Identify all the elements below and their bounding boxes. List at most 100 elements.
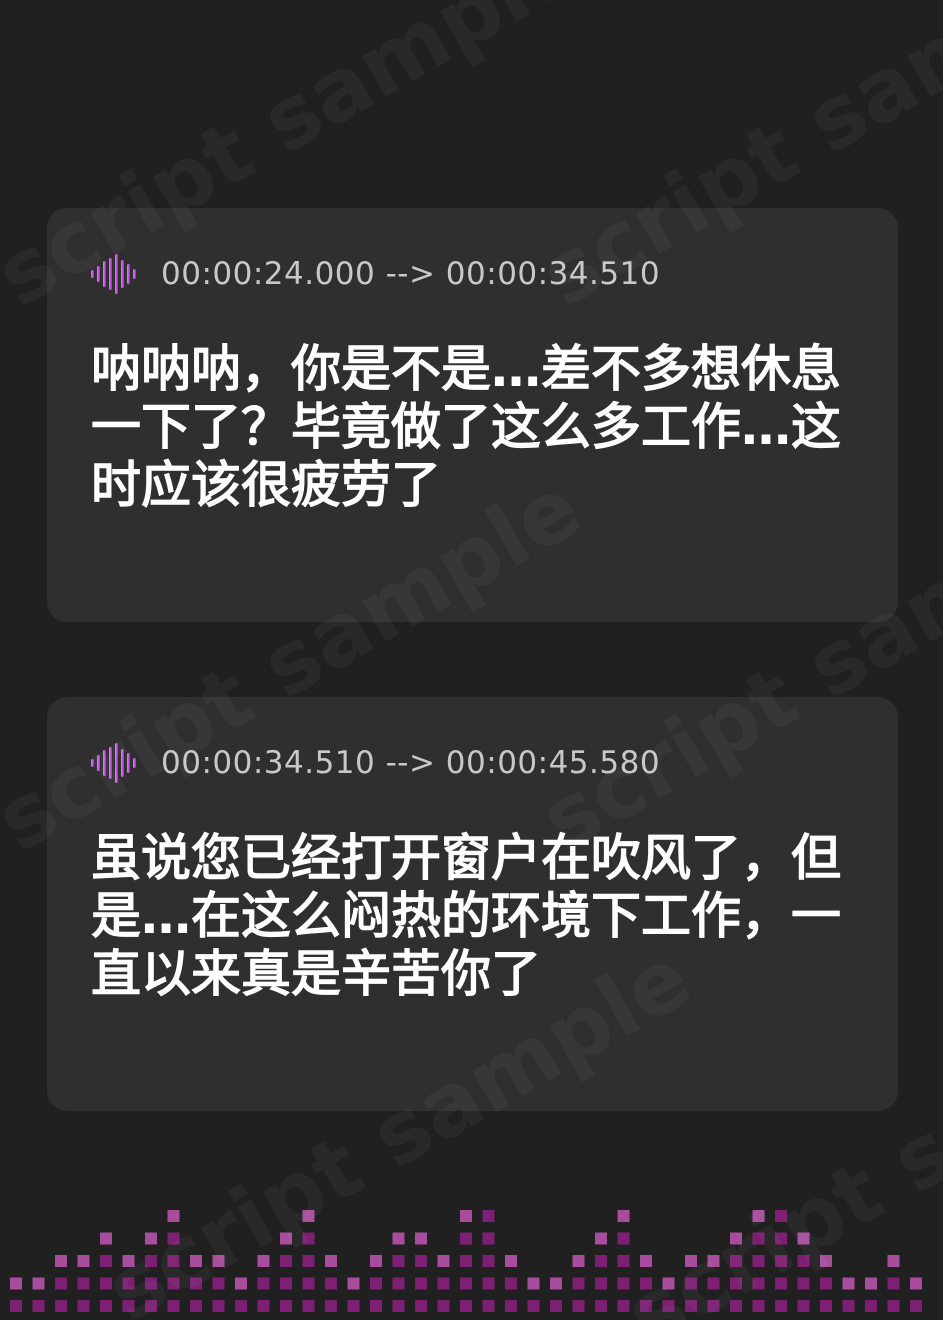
equalizer-block — [167, 1255, 180, 1267]
equalizer-block — [122, 1277, 135, 1290]
equalizer-block — [212, 1255, 225, 1267]
equalizer-block — [145, 1277, 157, 1290]
equalizer-block — [370, 1277, 382, 1290]
equalizer-block — [347, 1277, 360, 1290]
equalizer-block — [257, 1300, 270, 1312]
equalizer-block — [392, 1255, 405, 1267]
equalizer-block — [730, 1277, 742, 1290]
cue-text: 虽说您已经打开窗户在吹风了，但是…在这么闷热的环境下工作，一直以来真是辛苦你了 — [91, 829, 841, 1003]
equalizer-block — [167, 1300, 180, 1312]
equalizer-block — [752, 1277, 765, 1290]
equalizer-block — [752, 1210, 765, 1222]
equalizer-block — [122, 1255, 135, 1267]
equalizer-block — [100, 1300, 112, 1312]
equalizer-block — [415, 1232, 427, 1245]
equalizer-block — [145, 1300, 157, 1312]
equalizer-block — [752, 1232, 765, 1245]
equalizer-block — [302, 1300, 315, 1312]
equalizer-block — [482, 1210, 495, 1222]
equalizer-block — [662, 1277, 675, 1290]
subtitle-cue-card: 00:00:24.000 --> 00:00:34.510 呐呐呐，你是不是…差… — [47, 208, 898, 622]
equalizer-block — [617, 1255, 630, 1267]
audio-waveform-icon — [91, 254, 136, 294]
equalizer-block — [775, 1300, 787, 1312]
equalizer-block — [77, 1300, 90, 1312]
equalizer-block — [460, 1210, 472, 1222]
equalizer-block — [280, 1300, 292, 1312]
equalizer-block — [32, 1300, 45, 1312]
equalizer-block — [685, 1277, 697, 1290]
equalizer-block — [55, 1277, 67, 1290]
equalizer-block — [145, 1232, 157, 1245]
equalizer-block — [190, 1255, 202, 1267]
equalizer-block — [32, 1277, 45, 1290]
equalizer-block — [910, 1300, 922, 1312]
equalizer-block — [775, 1210, 787, 1222]
equalizer-block — [527, 1300, 540, 1312]
equalizer-block — [77, 1277, 90, 1290]
equalizer-block — [10, 1277, 22, 1290]
equalizer-block — [437, 1255, 450, 1267]
equalizer-block — [190, 1277, 202, 1290]
equalizer-block — [887, 1255, 900, 1267]
equalizer-block — [640, 1277, 652, 1290]
equalizer-block — [842, 1277, 855, 1290]
equalizer-block — [482, 1255, 495, 1267]
equalizer-block — [505, 1277, 517, 1290]
equalizer-block — [482, 1277, 495, 1290]
equalizer-block — [887, 1277, 900, 1290]
equalizer-block — [212, 1277, 225, 1290]
equalizer-block — [527, 1277, 540, 1290]
equalizer-block — [797, 1300, 810, 1312]
equalizer-block — [572, 1255, 585, 1267]
equalizer-block — [392, 1277, 405, 1290]
equalizer-block — [77, 1255, 90, 1267]
equalizer-block — [820, 1300, 832, 1312]
equalizer-block — [10, 1300, 22, 1312]
equalizer-block — [595, 1232, 607, 1245]
equalizer-block — [482, 1300, 495, 1312]
equalizer-block — [775, 1277, 787, 1290]
equalizer-block — [460, 1232, 472, 1245]
equalizer-block — [280, 1255, 292, 1267]
equalizer-block — [235, 1300, 247, 1312]
equalizer-block — [797, 1255, 810, 1267]
equalizer-block — [865, 1277, 877, 1290]
equalizer-block — [505, 1255, 517, 1267]
equalizer-block — [662, 1300, 675, 1312]
equalizer-block — [730, 1300, 742, 1312]
equalizer-block — [55, 1255, 67, 1267]
equalizer-block — [415, 1255, 427, 1267]
equalizer-block — [482, 1232, 495, 1245]
equalizer-block — [595, 1255, 607, 1267]
equalizer-block — [617, 1300, 630, 1312]
equalizer-block — [302, 1255, 315, 1267]
equalizer-block — [325, 1277, 337, 1290]
equalizer-block — [752, 1255, 765, 1267]
equalizer-block — [595, 1300, 607, 1312]
equalizer-block — [415, 1277, 427, 1290]
equalizer-block — [55, 1300, 67, 1312]
equalizer-block — [437, 1277, 450, 1290]
equalizer-block — [617, 1210, 630, 1222]
equalizer-block — [302, 1232, 315, 1245]
equalizer-block — [685, 1300, 697, 1312]
subtitle-sample-page: script sample script sample script sampl… — [0, 0, 943, 1320]
equalizer-block — [415, 1300, 427, 1312]
equalizer-block — [370, 1300, 382, 1312]
equalizer-block — [347, 1300, 360, 1312]
equalizer-block — [572, 1277, 585, 1290]
equalizer-block — [100, 1232, 112, 1245]
equalizer-block — [617, 1232, 630, 1245]
equalizer-block — [460, 1277, 472, 1290]
subtitle-cue-card: 00:00:34.510 --> 00:00:45.580 虽说您已经打开窗户在… — [47, 697, 898, 1111]
equalizer-block — [685, 1255, 697, 1267]
equalizer-block — [820, 1277, 832, 1290]
equalizer-block — [460, 1255, 472, 1267]
cue-timeline: 00:00:34.510 --> 00:00:45.580 — [89, 743, 660, 783]
audio-waveform-icon — [91, 743, 136, 783]
equalizer-block — [887, 1300, 900, 1312]
equalizer-block — [302, 1210, 315, 1222]
equalizer-block — [617, 1277, 630, 1290]
equalizer-block — [212, 1300, 225, 1312]
